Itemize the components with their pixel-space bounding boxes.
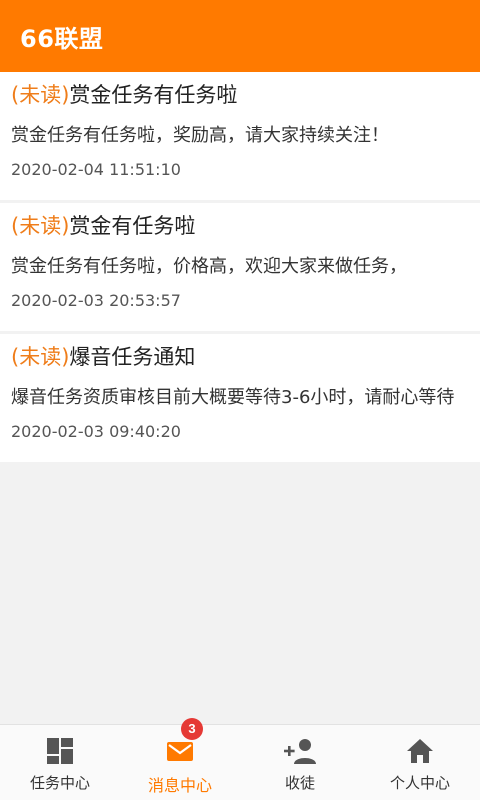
message-time: 2020-02-03 20:53:57 — [11, 291, 181, 310]
message-content: 爆音任务资质审核目前大概要等待3-6小时，请耐心等待 — [11, 387, 455, 408]
tab-label: 个人中心 — [389, 774, 450, 792]
message-title-line: (未读)爆音任务通知 — [11, 342, 468, 372]
message-title-line: (未读)赏金有任务啦 — [11, 211, 468, 241]
dashboard-icon — [47, 738, 73, 764]
tab-label: 任务中心 — [29, 774, 90, 792]
message-item[interactable]: (未读)赏金有任务啦 赏金任务有任务啦，价格高，欢迎大家来做任务， 2020-0… — [0, 203, 480, 331]
tab-label: 收徒 — [284, 774, 315, 792]
message-content: 赏金任务有任务啦，价格高，欢迎大家来做任务， — [11, 256, 407, 277]
mail-icon — [167, 742, 193, 761]
message-title: 赏金有任务啦 — [69, 214, 196, 238]
unread-tag: (未读) — [11, 83, 70, 107]
message-time: 2020-02-03 09:40:20 — [11, 422, 181, 441]
message-title: 爆音任务通知 — [69, 345, 196, 369]
message-content: 赏金任务有任务啦，奖励高，请大家持续关注！ — [11, 125, 389, 146]
app-title: 66联盟 — [20, 24, 104, 53]
tab-task-center[interactable]: 任务中心 — [0, 725, 120, 800]
tab-label: 消息中心 — [147, 776, 212, 795]
message-time: 2020-02-04 11:51:10 — [11, 160, 181, 179]
add-person-icon — [284, 739, 316, 764]
message-title: 赏金任务有任务啦 — [69, 83, 238, 107]
message-title-line: (未读)赏金任务有任务啦 — [11, 80, 468, 110]
unread-tag: (未读) — [11, 345, 70, 369]
tab-personal-center[interactable]: 个人中心 — [360, 725, 480, 800]
message-item[interactable]: (未读)爆音任务通知 爆音任务资质审核目前大概要等待3-6小时，请耐心等待 20… — [0, 334, 480, 462]
tab-message-center[interactable]: 3 消息中心 — [120, 718, 240, 800]
bottom-tab-bar: 任务中心 3 消息中心 收徒 个人中心 — [0, 718, 480, 800]
app-header: 66联盟 — [0, 0, 480, 72]
unread-count-badge: 3 — [181, 718, 203, 740]
home-icon — [407, 739, 433, 763]
message-list: (未读)赏金任务有任务啦 赏金任务有任务啦，奖励高，请大家持续关注！ 2020-… — [0, 72, 480, 465]
tab-recruit[interactable]: 收徒 — [240, 725, 360, 800]
unread-tag: (未读) — [11, 214, 70, 238]
message-item[interactable]: (未读)赏金任务有任务啦 赏金任务有任务啦，奖励高，请大家持续关注！ 2020-… — [0, 72, 480, 200]
